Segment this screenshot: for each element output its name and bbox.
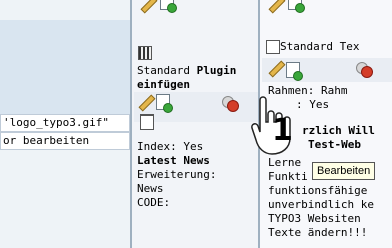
- middle-record-toolbar: [134, 92, 258, 130]
- body-line-3: funktionsfähige: [268, 184, 368, 197]
- content-type: Standard: [137, 64, 190, 77]
- new-record-icon[interactable]: [160, 0, 177, 13]
- right-heading-line1: rzlich Will: [302, 124, 375, 137]
- body-line-2: Funkti: [268, 170, 308, 183]
- edit-link-box[interactable]: or bearbeiten: [0, 132, 130, 150]
- new-record-icon[interactable]: [288, 0, 305, 13]
- left-column-header-band: [0, 20, 130, 118]
- right-record-toolbar: [262, 58, 392, 82]
- body-line-1: Lerne: [268, 156, 302, 169]
- edit-pencil-icon[interactable]: [138, 94, 156, 112]
- body-line-4: unverbindlich ke: [268, 198, 374, 211]
- plugin-icon: [138, 46, 152, 60]
- new-record-icon[interactable]: [156, 94, 173, 113]
- text-content-icon: [266, 40, 280, 54]
- trash-icon[interactable]: [140, 114, 154, 130]
- right-heading-line2: Test-Web: [308, 138, 361, 151]
- content-type-line: Standard Plugin: [137, 64, 236, 77]
- top-toolbar-middle: [140, 0, 180, 14]
- logo-field-value: 'logo_typo3.gif": [3, 116, 109, 129]
- body-line-5: TYPO3 Websiten: [268, 212, 361, 225]
- tooltip: Bearbeiten: [312, 162, 376, 180]
- index-label: Index: Yes: [137, 140, 204, 153]
- edit-pencil-icon[interactable]: [268, 60, 286, 78]
- code-label: CODE:: [137, 196, 171, 209]
- hide-record-icon[interactable]: [222, 96, 239, 112]
- hide-record-icon[interactable]: [356, 62, 373, 78]
- content-type-bold: Plugin: [196, 64, 237, 77]
- right-content-type: Standard Tex: [280, 40, 359, 53]
- content-type-line2: einfügen: [137, 78, 190, 91]
- right-content-type-label: Standard Tex: [280, 40, 360, 53]
- edit-link[interactable]: or bearbeiten: [3, 134, 89, 147]
- logo-field[interactable]: 'logo_typo3.gif": [0, 114, 130, 132]
- extension-label: Erweiterung:: [137, 168, 217, 181]
- record-title: Latest News: [137, 154, 210, 167]
- body-line-6: Texte ändern!!!: [268, 226, 368, 239]
- new-record-icon[interactable]: [286, 62, 303, 81]
- hand-cursor: 1: [250, 94, 310, 156]
- extension-value: News: [137, 182, 164, 195]
- top-toolbar-right: [268, 0, 308, 14]
- step-number: 1: [272, 113, 293, 148]
